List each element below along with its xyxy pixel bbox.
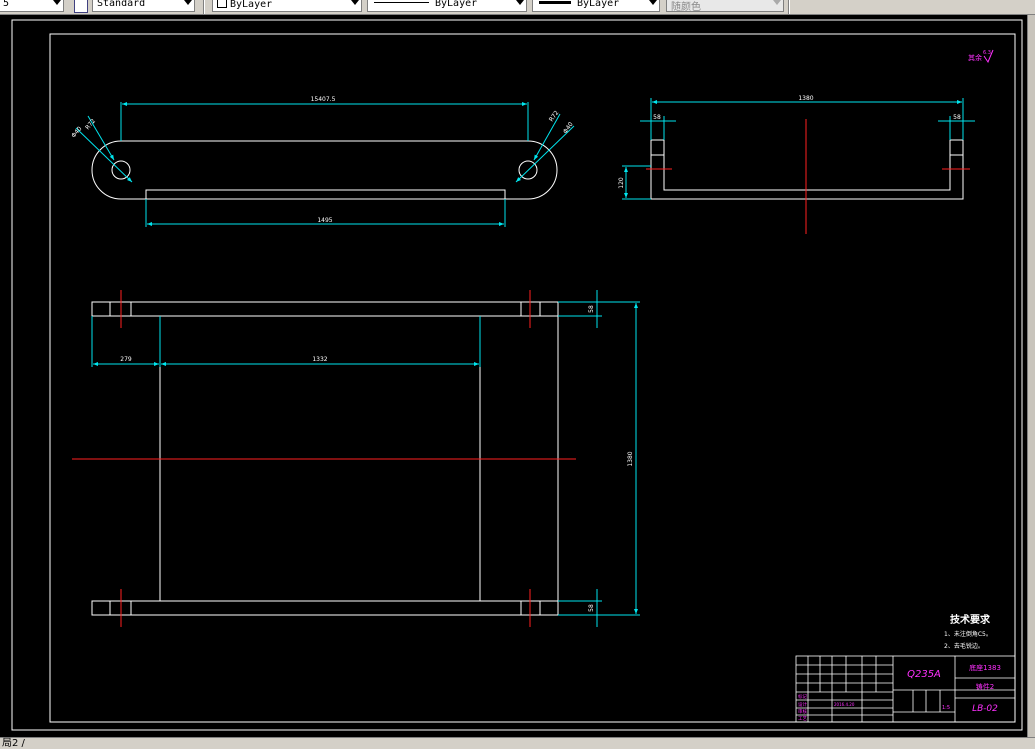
chevron-down-icon[interactable] bbox=[351, 0, 359, 5]
tb-row-label: 审核 bbox=[798, 708, 807, 715]
front-overall-height-dim: 1380 bbox=[627, 451, 634, 466]
tech-req-item: 2、去毛锐边。 bbox=[944, 642, 984, 650]
drawing-number: LB-02 bbox=[972, 704, 998, 714]
front-mid-dim: 1332 bbox=[312, 356, 327, 363]
properties-toolbar: 5 Standard ByLayer ByLayer ByLayer 随颜色 bbox=[0, 0, 1035, 15]
roughness-value: 6.3 bbox=[983, 50, 991, 56]
tech-requirements: 技术要求 1、未注倒角C5。 2、去毛锐边。 bbox=[944, 613, 992, 650]
top-overall-dim: 15407.5 bbox=[311, 96, 336, 103]
bottom-rail bbox=[91, 600, 559, 616]
linetype-combo[interactable]: ByLayer bbox=[367, 0, 527, 12]
material-label: Q235A bbox=[907, 669, 941, 680]
chevron-down-icon[interactable] bbox=[53, 0, 61, 5]
chevron-down-icon[interactable] bbox=[184, 0, 192, 5]
tb-row-label: 工艺 bbox=[798, 716, 807, 722]
tb-row-label: 标记 bbox=[798, 693, 807, 700]
command-line[interactable]: 局2 / bbox=[0, 737, 1035, 749]
text-style-value: Standard bbox=[97, 0, 146, 9]
dim-style-combo[interactable]: 5 bbox=[0, 0, 64, 12]
tb-design-date: 2016.4.20 bbox=[834, 702, 855, 707]
side-view: 1380 58 58 120 bbox=[618, 95, 975, 234]
front-bottom-dim: 58 bbox=[588, 604, 595, 612]
side-left-dim: 58 bbox=[653, 114, 661, 121]
left-dia-label: Φ40 bbox=[70, 125, 83, 139]
channel-outline bbox=[650, 139, 964, 200]
right-dia-label: Φ40 bbox=[562, 121, 575, 135]
color-combo[interactable]: ByLayer bbox=[212, 0, 362, 12]
tech-req-title: 技术要求 bbox=[950, 613, 991, 626]
lineweight-sample-icon bbox=[539, 1, 571, 4]
slot-inner-bar bbox=[145, 189, 506, 200]
drawing-svg: 其余 6.3 15407.5 1495 R72 Φ40 R72 Φ40 1380… bbox=[11, 19, 1023, 731]
text-style-combo[interactable]: Standard bbox=[92, 0, 195, 12]
sheet-border bbox=[11, 19, 1023, 731]
part-name-bottom: 铸件2 bbox=[976, 682, 994, 691]
leader-line bbox=[533, 113, 561, 161]
plot-style-value: 随颜色 bbox=[671, 2, 701, 12]
front-top-dim: 58 bbox=[588, 305, 595, 313]
color-value: ByLayer bbox=[230, 0, 273, 10]
tech-req-item: 1、未注倒角C5。 bbox=[944, 630, 992, 638]
chevron-down-icon[interactable] bbox=[649, 0, 657, 5]
drawing-frame bbox=[49, 33, 1016, 723]
toolbar-separator bbox=[203, 0, 205, 14]
drawing-canvas[interactable]: 其余 6.3 15407.5 1495 R72 Φ40 R72 Φ40 1380… bbox=[0, 15, 1027, 737]
lineweight-value: ByLayer bbox=[577, 0, 620, 9]
toolbar-separator bbox=[788, 0, 790, 14]
scale-value: 1:5 bbox=[942, 705, 950, 711]
front-view: 279 1332 1380 58 58 bbox=[72, 290, 640, 627]
top-view: 15407.5 1495 R72 Φ40 R72 Φ40 bbox=[70, 96, 575, 227]
plot-style-combo[interactable]: 随颜色 bbox=[666, 0, 784, 12]
side-overall-dim: 1380 bbox=[798, 95, 813, 102]
linetype-value: ByLayer bbox=[435, 0, 478, 9]
chevron-down-icon[interactable] bbox=[773, 0, 781, 5]
tb-row-label: 设计 bbox=[798, 701, 807, 708]
chevron-down-icon[interactable] bbox=[516, 0, 524, 5]
vertical-scrollbar[interactable] bbox=[1027, 15, 1035, 737]
dim-style-value: 5 bbox=[3, 0, 10, 9]
text-style-icon[interactable] bbox=[74, 0, 88, 13]
lineweight-combo[interactable]: ByLayer bbox=[532, 0, 660, 12]
color-swatch-icon bbox=[217, 0, 227, 8]
leader-line bbox=[75, 127, 133, 183]
linetype-sample-icon bbox=[374, 2, 429, 3]
roughness-note: 其余 bbox=[968, 53, 982, 62]
top-rail bbox=[91, 301, 559, 317]
front-left-dim: 279 bbox=[120, 356, 132, 363]
side-height-dim: 120 bbox=[618, 177, 625, 189]
left-hole bbox=[111, 160, 131, 180]
command-line-text: 局2 / bbox=[2, 738, 25, 749]
part-name-top: 底座1383 bbox=[969, 663, 1001, 672]
top-inner-dim: 1495 bbox=[317, 217, 332, 224]
side-right-dim: 58 bbox=[953, 114, 961, 121]
